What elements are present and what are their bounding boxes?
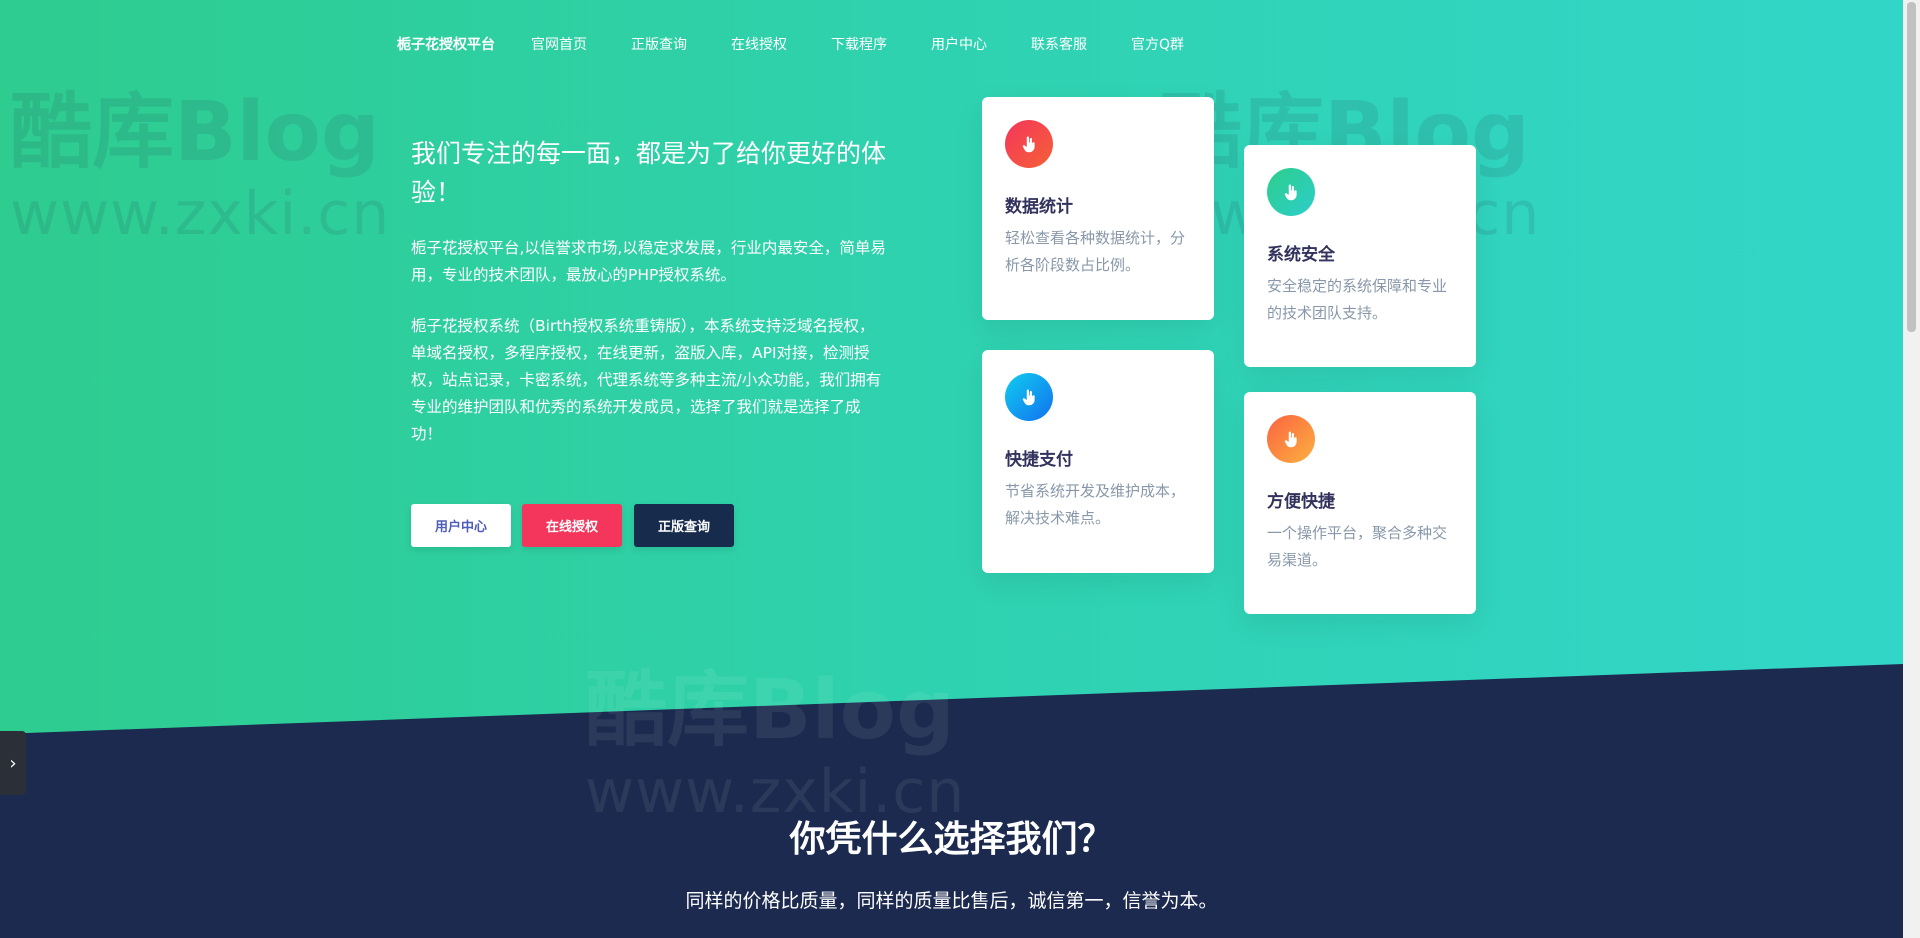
scrollbar-thumb[interactable]	[1907, 2, 1916, 332]
hero-headline: 我们专注的每一面，都是为了给你更好的体验！	[411, 139, 887, 207]
card-title: 快捷支付	[1005, 450, 1073, 470]
feature-card-convenience: 方便快捷 一个操作平台，聚合多种交易渠道。	[1244, 392, 1476, 614]
thumbs-up-icon	[1005, 373, 1053, 421]
hero-paragraph: 栀子花授权系统（Birth授权系统重铸版），本系统支持泛域名授权，单域名授权，多…	[411, 317, 882, 443]
feature-card-system-security: 系统安全 安全稳定的系统保障和专业的技术团队支持。	[1244, 145, 1476, 367]
nav-link-qq-group[interactable]: 官方Q群	[1131, 34, 1184, 54]
nav-link-user-center[interactable]: 用户中心	[931, 34, 987, 54]
genuine-query-button[interactable]: 正版查询	[634, 504, 734, 547]
section-subtitle: 同样的价格比质量，同样的质量比售后，诚信第一，信誉为本。	[685, 890, 1218, 912]
nav-link-download[interactable]: 下载程序	[831, 34, 887, 54]
nav-brand[interactable]: 栀子花授权平台	[397, 34, 495, 54]
card-title: 数据统计	[1005, 197, 1073, 217]
page-scrollbar[interactable]	[1903, 0, 1920, 938]
card-title: 方便快捷	[1267, 492, 1335, 512]
top-nav: 栀子花授权平台 官网首页 正版查询 在线授权 下载程序 用户中心 联系客服 官方…	[397, 34, 1228, 54]
user-center-button[interactable]: 用户中心	[411, 504, 511, 547]
feature-card-quick-payment: 快捷支付 节省系统开发及维护成本，解决技术难点。	[982, 350, 1214, 573]
card-description: 一个操作平台，聚合多种交易渠道。	[1267, 524, 1448, 569]
thumbs-up-icon	[1267, 415, 1315, 463]
nav-link-home[interactable]: 官网首页	[531, 34, 587, 54]
nav-link-online-auth[interactable]: 在线授权	[731, 34, 787, 54]
online-auth-button[interactable]: 在线授权	[522, 504, 622, 547]
chevron-right-icon: ›	[9, 752, 17, 774]
card-description: 轻松查看各种数据统计，分析各阶段数占比例。	[1005, 229, 1186, 274]
thumbs-up-icon	[1005, 120, 1053, 168]
thumbs-up-icon	[1267, 168, 1315, 216]
nav-link-contact[interactable]: 联系客服	[1031, 34, 1087, 54]
feature-card-data-stats: 数据统计 轻松查看各种数据统计，分析各阶段数占比例。	[982, 97, 1214, 320]
card-description: 安全稳定的系统保障和专业的技术团队支持。	[1267, 277, 1448, 322]
nav-link-genuine-query[interactable]: 正版查询	[631, 34, 687, 54]
card-title: 系统安全	[1267, 245, 1335, 265]
card-description: 节省系统开发及维护成本，解决技术难点。	[1005, 482, 1186, 527]
section-title: 你凭什么选择我们？	[789, 819, 1114, 860]
hero-paragraph: 栀子花授权平台,以信誉求市场,以稳定求发展，行业内最安全，简单易用，专业的技术团…	[411, 239, 886, 284]
side-panel-toggle[interactable]: ›	[0, 731, 26, 795]
